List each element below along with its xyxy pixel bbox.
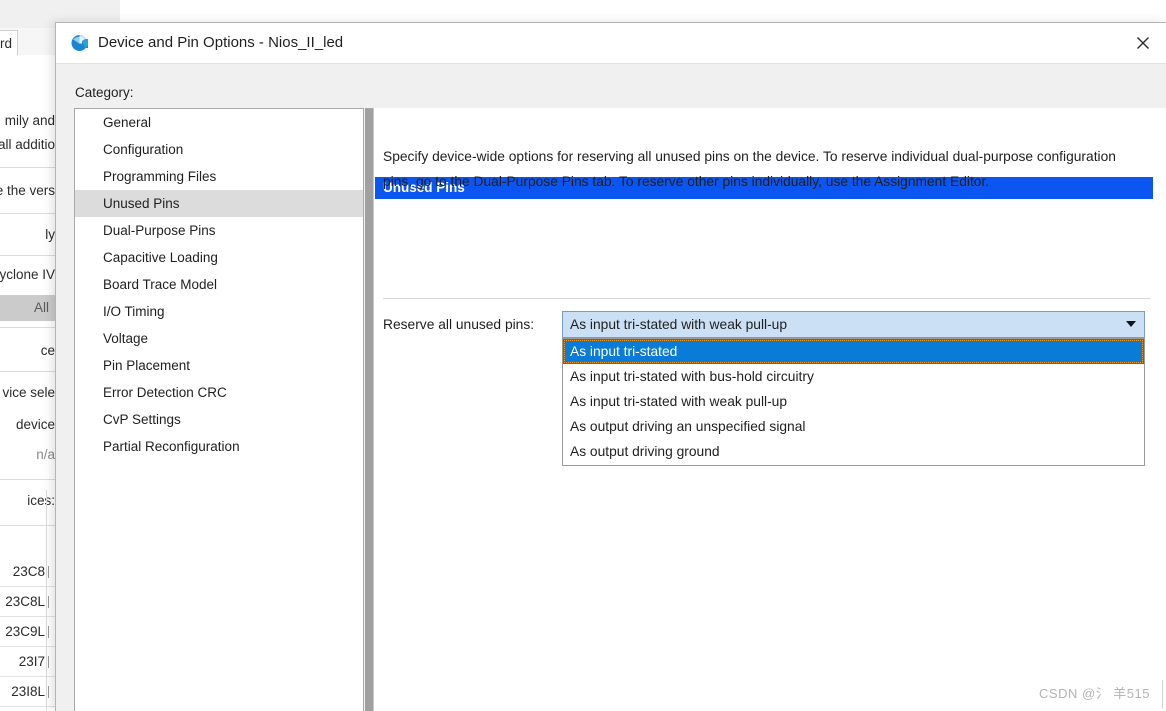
device-and-pin-options-dialog: Device and Pin Options - Nios_II_led Cat… — [55, 22, 1166, 711]
dropdown-option-as-input-tri-stated-weak-pull-up[interactable]: As input tri-stated with weak pull-up — [563, 389, 1144, 414]
category-item-dual-purpose-pins[interactable]: Dual-Purpose Pins — [75, 217, 363, 244]
watermark-rule — [1162, 680, 1163, 708]
category-item-general[interactable]: General — [75, 109, 363, 136]
background-device-name: 23I8L — [11, 684, 45, 699]
dialog-titlebar: Device and Pin Options - Nios_II_led — [56, 23, 1166, 64]
reserve-unused-pins-label: Reserve all unused pins: — [383, 317, 535, 332]
category-item-error-detection-crc[interactable]: Error Detection CRC — [75, 379, 363, 406]
background-row-tick — [48, 596, 49, 608]
background-column-divider — [46, 490, 47, 711]
category-label: Category: — [75, 85, 134, 100]
background-filter-chip[interactable]: All — [0, 295, 55, 321]
reserve-unused-pins-dropdown[interactable]: As input tri-stated As input tri-stated … — [562, 338, 1145, 466]
dropdown-option-as-input-tri-stated[interactable]: As input tri-stated — [563, 339, 1144, 364]
category-item-pin-placement[interactable]: Pin Placement — [75, 352, 363, 379]
category-item-unused-pins[interactable]: Unused Pins — [75, 190, 363, 217]
close-icon[interactable] — [1120, 23, 1166, 63]
dropdown-option-as-input-tri-stated-bus-hold[interactable]: As input tri-stated with bus-hold circui… — [563, 364, 1144, 389]
category-item-voltage[interactable]: Voltage — [75, 325, 363, 352]
background-text-line: vice sele — [2, 385, 55, 400]
unused-pins-pane: Unused Pins Specify device-wide options … — [373, 108, 1166, 711]
background-text-line: n/a — [36, 447, 55, 462]
background-tab[interactable]: oard — [0, 30, 18, 55]
background-text-line: ce — [40, 343, 55, 358]
quartus-sphere-icon — [70, 33, 90, 53]
background-text-line: device — [15, 417, 55, 432]
background-text-line: yclone IV — [0, 267, 55, 282]
category-item-programming-files[interactable]: Programming Files — [75, 163, 363, 190]
background-row-tick — [48, 686, 49, 698]
chevron-down-icon[interactable] — [1126, 321, 1136, 327]
background-text-line: all additio — [0, 137, 55, 152]
background-row-tick — [48, 626, 49, 638]
reserve-unused-pins-combobox[interactable]: As input tri-stated with weak pull-up — [562, 311, 1145, 338]
combobox-value: As input tri-stated with weak pull-up — [570, 317, 788, 332]
background-device-name: 23C8L — [5, 594, 45, 609]
category-item-capacitive-loading[interactable]: Capacitive Loading — [75, 244, 363, 271]
screenshot-root: oard mily and all additio e the vers ly … — [0, 0, 1166, 711]
category-item-io-timing[interactable]: I/O Timing — [75, 298, 363, 325]
background-device-name: 23C9L — [5, 624, 45, 639]
background-text-line: e the vers — [0, 183, 55, 198]
category-item-cvp-settings[interactable]: CvP Settings — [75, 406, 363, 433]
csdn-watermark: CSDN @氵 羊515 — [1039, 686, 1150, 701]
category-item-configuration[interactable]: Configuration — [75, 136, 363, 163]
background-row-tick — [48, 566, 49, 578]
category-item-partial-reconfiguration[interactable]: Partial Reconfiguration — [75, 433, 363, 460]
dialog-title: Device and Pin Options - Nios_II_led — [98, 34, 344, 51]
background-text-line: mily and — [4, 113, 55, 128]
background-text-line: ly — [45, 227, 55, 242]
category-list[interactable]: General Configuration Programming Files … — [74, 108, 364, 711]
dialog-body: Category: General Configuration Programm… — [56, 64, 1166, 711]
pane-description: Specify device-wide options for reservin… — [383, 149, 1116, 189]
background-device-name: 23I7 — [18, 654, 45, 669]
category-item-board-trace-model[interactable]: Board Trace Model — [75, 271, 363, 298]
background-device-name: 23C8 — [12, 564, 45, 579]
dropdown-option-as-output-driving-unspecified-signal[interactable]: As output driving an unspecified signal — [563, 414, 1144, 439]
background-row-tick — [48, 656, 49, 668]
dropdown-option-as-output-driving-ground[interactable]: As output driving ground — [563, 439, 1144, 464]
pane-divider — [383, 298, 1150, 299]
